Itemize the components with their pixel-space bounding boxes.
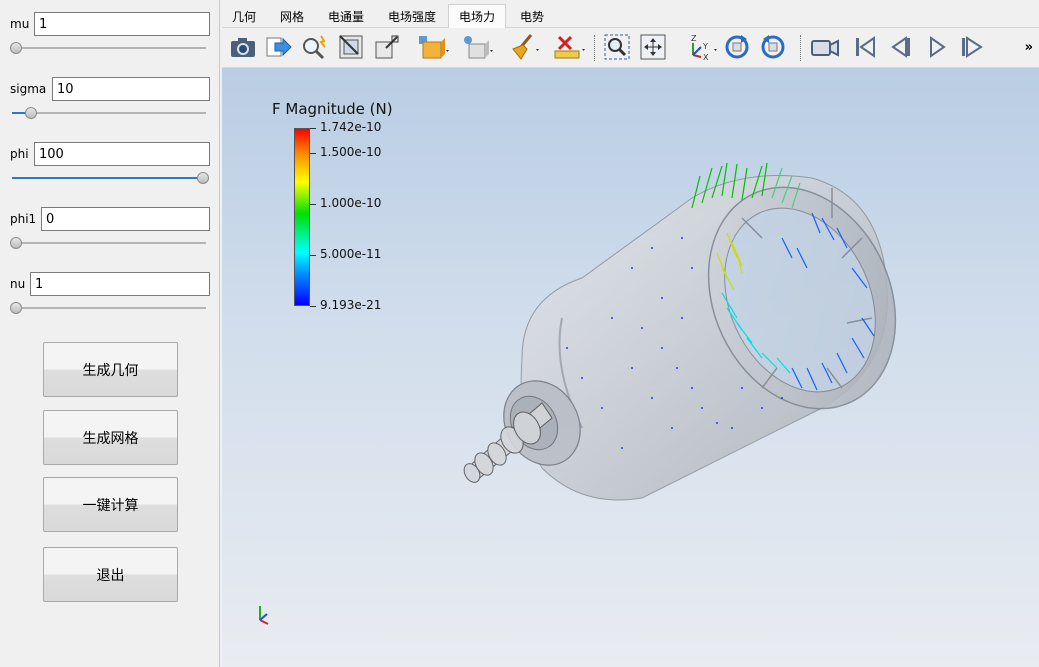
phi-label: phi xyxy=(10,147,29,161)
export-icon[interactable] xyxy=(264,32,294,62)
colorbar-tick xyxy=(310,306,316,307)
pan-icon[interactable] xyxy=(638,32,668,62)
phi-slider[interactable] xyxy=(12,171,209,185)
rotate-cw-icon[interactable] xyxy=(722,32,752,62)
toolbar-separator xyxy=(800,35,801,61)
tab-bar: 几何 网格 电通量 电场强度 电场力 电势 xyxy=(222,0,1039,28)
tab-electric-potential[interactable]: 电势 xyxy=(510,4,554,28)
mu-slider-thumb[interactable] xyxy=(10,42,22,54)
color-bar xyxy=(294,128,310,306)
svg-text:X: X xyxy=(703,53,709,61)
sigma-slider[interactable] xyxy=(12,106,206,120)
exit-button[interactable]: 退出 xyxy=(43,547,178,602)
phi1-slider[interactable] xyxy=(10,236,206,250)
nu-slider-thumb[interactable] xyxy=(10,302,22,314)
phi1-label: phi1 xyxy=(10,212,37,226)
tab-electric-flux[interactable]: 电通量 xyxy=(318,4,374,28)
tab-electric-force[interactable]: 电场力 xyxy=(448,4,506,28)
phi-input[interactable] xyxy=(34,142,210,166)
last-frame-icon[interactable] xyxy=(958,32,988,62)
colorbar-label: 5.000e-11 xyxy=(320,247,382,261)
colorbar-label: 1.000e-10 xyxy=(320,196,382,210)
orientation-axes xyxy=(259,606,269,625)
previous-frame-icon[interactable] xyxy=(886,32,916,62)
generate-geometry-button[interactable]: 生成几何 xyxy=(43,342,178,397)
tab-geometry[interactable]: 几何 xyxy=(222,4,266,28)
light-icon[interactable] xyxy=(460,32,496,62)
zoom-box-icon[interactable] xyxy=(372,32,402,62)
tab-mesh[interactable]: 网格 xyxy=(270,4,314,28)
colorbar-tick xyxy=(310,255,316,256)
camera-icon[interactable] xyxy=(228,32,258,62)
clear-icon[interactable] xyxy=(506,32,542,62)
colorbar-label-max: 1.742e-10 xyxy=(320,120,382,134)
mu-input[interactable] xyxy=(34,12,210,36)
nu-slider[interactable] xyxy=(10,301,206,315)
colorbar-label: 1.500e-10 xyxy=(320,145,382,159)
measure-icon[interactable] xyxy=(552,32,588,62)
render-viewport[interactable]: F Magnitude (N) 1.742e-10 1.500e-10 1.00… xyxy=(222,68,1039,667)
svg-text:Z: Z xyxy=(691,34,697,43)
svg-text:Y: Y xyxy=(702,42,708,51)
magic-zoom-icon[interactable] xyxy=(300,32,330,62)
generate-mesh-button[interactable]: 生成网格 xyxy=(43,410,178,465)
colorbar-tick xyxy=(310,153,316,154)
colorbar-tick xyxy=(310,128,316,129)
sigma-label: sigma xyxy=(10,82,47,96)
toolbar-separator xyxy=(594,35,595,61)
mu-slider[interactable] xyxy=(10,41,206,55)
mu-label: mu xyxy=(10,17,30,31)
phi1-input[interactable] xyxy=(41,207,210,231)
sigma-input[interactable] xyxy=(52,77,210,101)
axes-orientation-icon[interactable]: ZYX xyxy=(684,32,720,62)
sigma-slider-thumb[interactable] xyxy=(25,107,37,119)
cylinder-body xyxy=(503,175,897,501)
first-frame-icon[interactable] xyxy=(850,32,880,62)
nu-input[interactable] xyxy=(30,272,210,296)
representation-icon[interactable] xyxy=(416,32,452,62)
legend-title: F Magnitude (N) xyxy=(272,100,393,118)
phi1-slider-thumb[interactable] xyxy=(10,237,22,249)
parameter-panel: mu sigma phi phi1 nu 生成几何 生成网格 一键计算 退出 xyxy=(0,0,220,667)
one-click-compute-button[interactable]: 一键计算 xyxy=(43,477,178,532)
colorbar-label-min: 9.193e-21 xyxy=(320,298,382,312)
toolbar-overflow-button[interactable]: » xyxy=(1025,40,1033,55)
tab-electric-field[interactable]: 电场强度 xyxy=(378,4,446,28)
play-icon[interactable] xyxy=(922,32,952,62)
phi-slider-thumb[interactable] xyxy=(197,172,209,184)
colorbar-tick xyxy=(310,204,316,205)
video-camera-icon[interactable] xyxy=(810,32,840,62)
nu-label: nu xyxy=(10,277,26,291)
reset-view-icon[interactable] xyxy=(336,32,366,62)
toolbar: ZYX » xyxy=(222,28,1039,68)
rotate-ccw-icon[interactable] xyxy=(758,32,788,62)
zoom-to-box-icon[interactable] xyxy=(602,32,632,62)
